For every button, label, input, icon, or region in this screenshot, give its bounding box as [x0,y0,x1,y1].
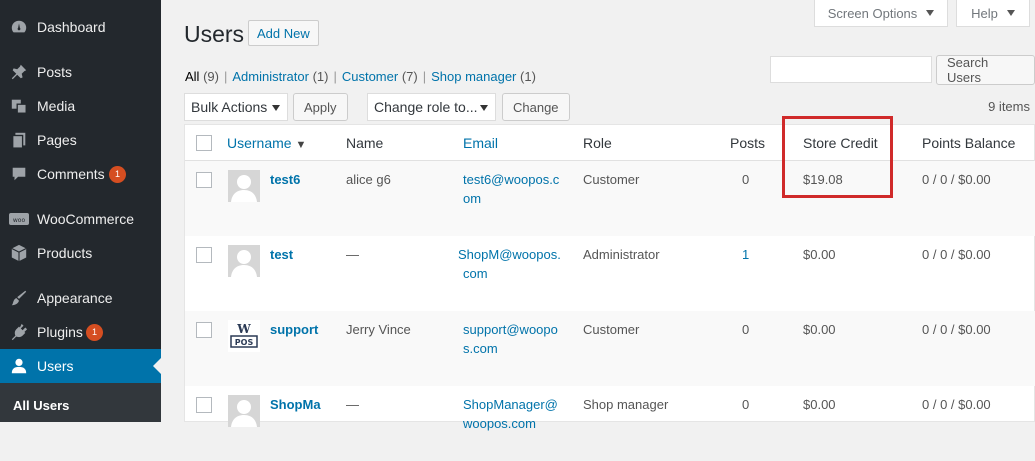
username-link[interactable]: test [270,247,293,262]
row-checkbox[interactable] [196,322,212,338]
items-count: 9 items [988,99,1030,114]
sidebar-item-dashboard[interactable]: Dashboard [0,10,161,44]
sidebar-item-users[interactable]: Users [0,349,161,383]
user-role: Customer [583,322,640,337]
box-icon [9,243,29,263]
user-name: — [346,247,359,262]
sort-desc-icon: ▼ [295,139,307,151]
woopos-logo-avatar: W POS [228,320,260,352]
dashboard-icon [9,17,29,37]
sidebar-item-media[interactable]: Media [0,89,161,123]
user-role: Customer [583,172,640,187]
comment-icon [9,164,29,184]
add-new-button[interactable]: Add New [248,20,319,46]
filter-customer[interactable]: Customer [342,69,398,84]
store-credit-highlight-box [782,116,893,198]
user-role: Shop manager [583,397,669,412]
table-row: ShopMa — ShopManager@ woopos.com Shop man… [185,386,1035,461]
row-checkbox[interactable] [196,247,212,263]
page-title: Users [184,21,245,47]
users-table: Username ▼ Name Email Role Posts Store C… [184,124,1035,431]
email-link[interactable]: support@woopo s.com [463,320,568,358]
select-all-checkbox[interactable] [196,135,212,151]
column-header-email[interactable]: Email [463,135,498,151]
column-header-name: Name [346,135,384,151]
svg-text:W: W [236,322,251,336]
column-header-posts: Posts [730,135,766,151]
svg-text:POS: POS [235,338,254,347]
email-link[interactable]: ShopManager@ woopos.com [463,395,568,433]
submenu-item-all-users[interactable]: All Users [13,398,69,413]
column-header-points-balance: Points Balance [922,135,1016,151]
sidebar-item-woocommerce[interactable]: woo WooCommerce [0,202,161,236]
avatar [228,170,260,202]
store-credit-value: $0.00 [803,322,836,337]
table-row: test — ShopM@woopos. com Administrator 1 … [185,236,1035,311]
users-submenu: All Users [0,383,161,422]
pages-icon [9,130,29,150]
media-icon [9,96,29,116]
dropdown-arrow-icon [272,105,280,111]
store-credit-value: $0.00 [803,397,836,412]
role-filter-links: All (9) | Administrator (1) | Customer (7) | S… [185,69,536,84]
column-header-username[interactable]: Username ▼ [227,135,306,151]
pin-icon [9,62,29,82]
user-role: Administrator [583,247,660,262]
sidebar-item-pages[interactable]: Pages [0,123,161,157]
username-link[interactable]: test6 [270,172,300,187]
chevron-down-icon [926,10,935,16]
svg-text:woo: woo [13,217,26,224]
filter-all[interactable]: All [185,69,199,84]
screen-options-button[interactable]: Screen Options [814,0,948,27]
admin-sidebar: Dashboard Posts Media Pages Comments 1 w… [0,0,161,422]
plugin-icon [9,322,29,342]
avatar [228,395,260,427]
change-role-button[interactable]: Change [502,93,570,121]
column-header-role: Role [583,135,612,151]
store-credit-value: $0.00 [803,247,836,262]
points-balance-value: 0 / 0 / $0.00 [922,322,991,337]
dropdown-arrow-icon [480,105,488,111]
filter-shop-manager[interactable]: Shop manager [431,69,516,84]
row-checkbox[interactable] [196,397,212,413]
post-count: 0 [742,322,750,337]
user-name: — [346,397,359,412]
table-row: W POS support Jerry Vince support@woopo s.… [185,311,1035,386]
chevron-down-icon [1006,10,1015,16]
points-balance-value: 0 / 0 / $0.00 [922,247,991,262]
comments-count-badge: 1 [109,165,126,183]
change-role-select[interactable]: Change role to... [367,93,496,121]
help-button[interactable]: Help [956,0,1030,27]
filter-administrator[interactable]: Administrator [232,69,309,84]
main-content: Screen Options Help Users Add New All (9… [161,0,1035,431]
username-link[interactable]: ShopMa [270,397,321,412]
sidebar-item-comments[interactable]: Comments 1 [0,157,161,191]
avatar [228,245,260,277]
post-count: 0 [742,397,750,412]
woocommerce-icon: woo [9,209,29,229]
user-name: alice g6 [346,172,391,187]
bulk-actions-select[interactable]: Bulk Actions [184,93,288,121]
email-link[interactable]: ShopM@woopos. com [458,245,563,283]
points-balance-value: 0 / 0 / $0.00 [922,397,991,412]
user-name: Jerry Vince [346,322,411,337]
user-icon [9,356,29,376]
apply-button[interactable]: Apply [293,93,348,121]
points-balance-value: 0 / 0 / $0.00 [922,172,991,187]
sidebar-item-products[interactable]: Products [0,236,161,270]
row-checkbox[interactable] [196,172,212,188]
username-link[interactable]: support [270,322,318,337]
table-row: test6 alice g6 test6@woopos.c om Customer… [185,161,1035,236]
sidebar-item-appearance[interactable]: Appearance [0,281,161,315]
post-count: 0 [742,172,750,187]
brush-icon [9,288,29,308]
sidebar-item-posts[interactable]: Posts [0,55,161,89]
plugins-count-badge: 1 [86,323,103,341]
sidebar-item-plugins[interactable]: Plugins 1 [0,315,161,349]
post-count-link[interactable]: 1 [742,247,749,262]
search-users-button[interactable]: Search Users [936,55,1035,85]
email-link[interactable]: test6@woopos.c om [463,170,568,208]
search-input[interactable] [770,56,932,83]
